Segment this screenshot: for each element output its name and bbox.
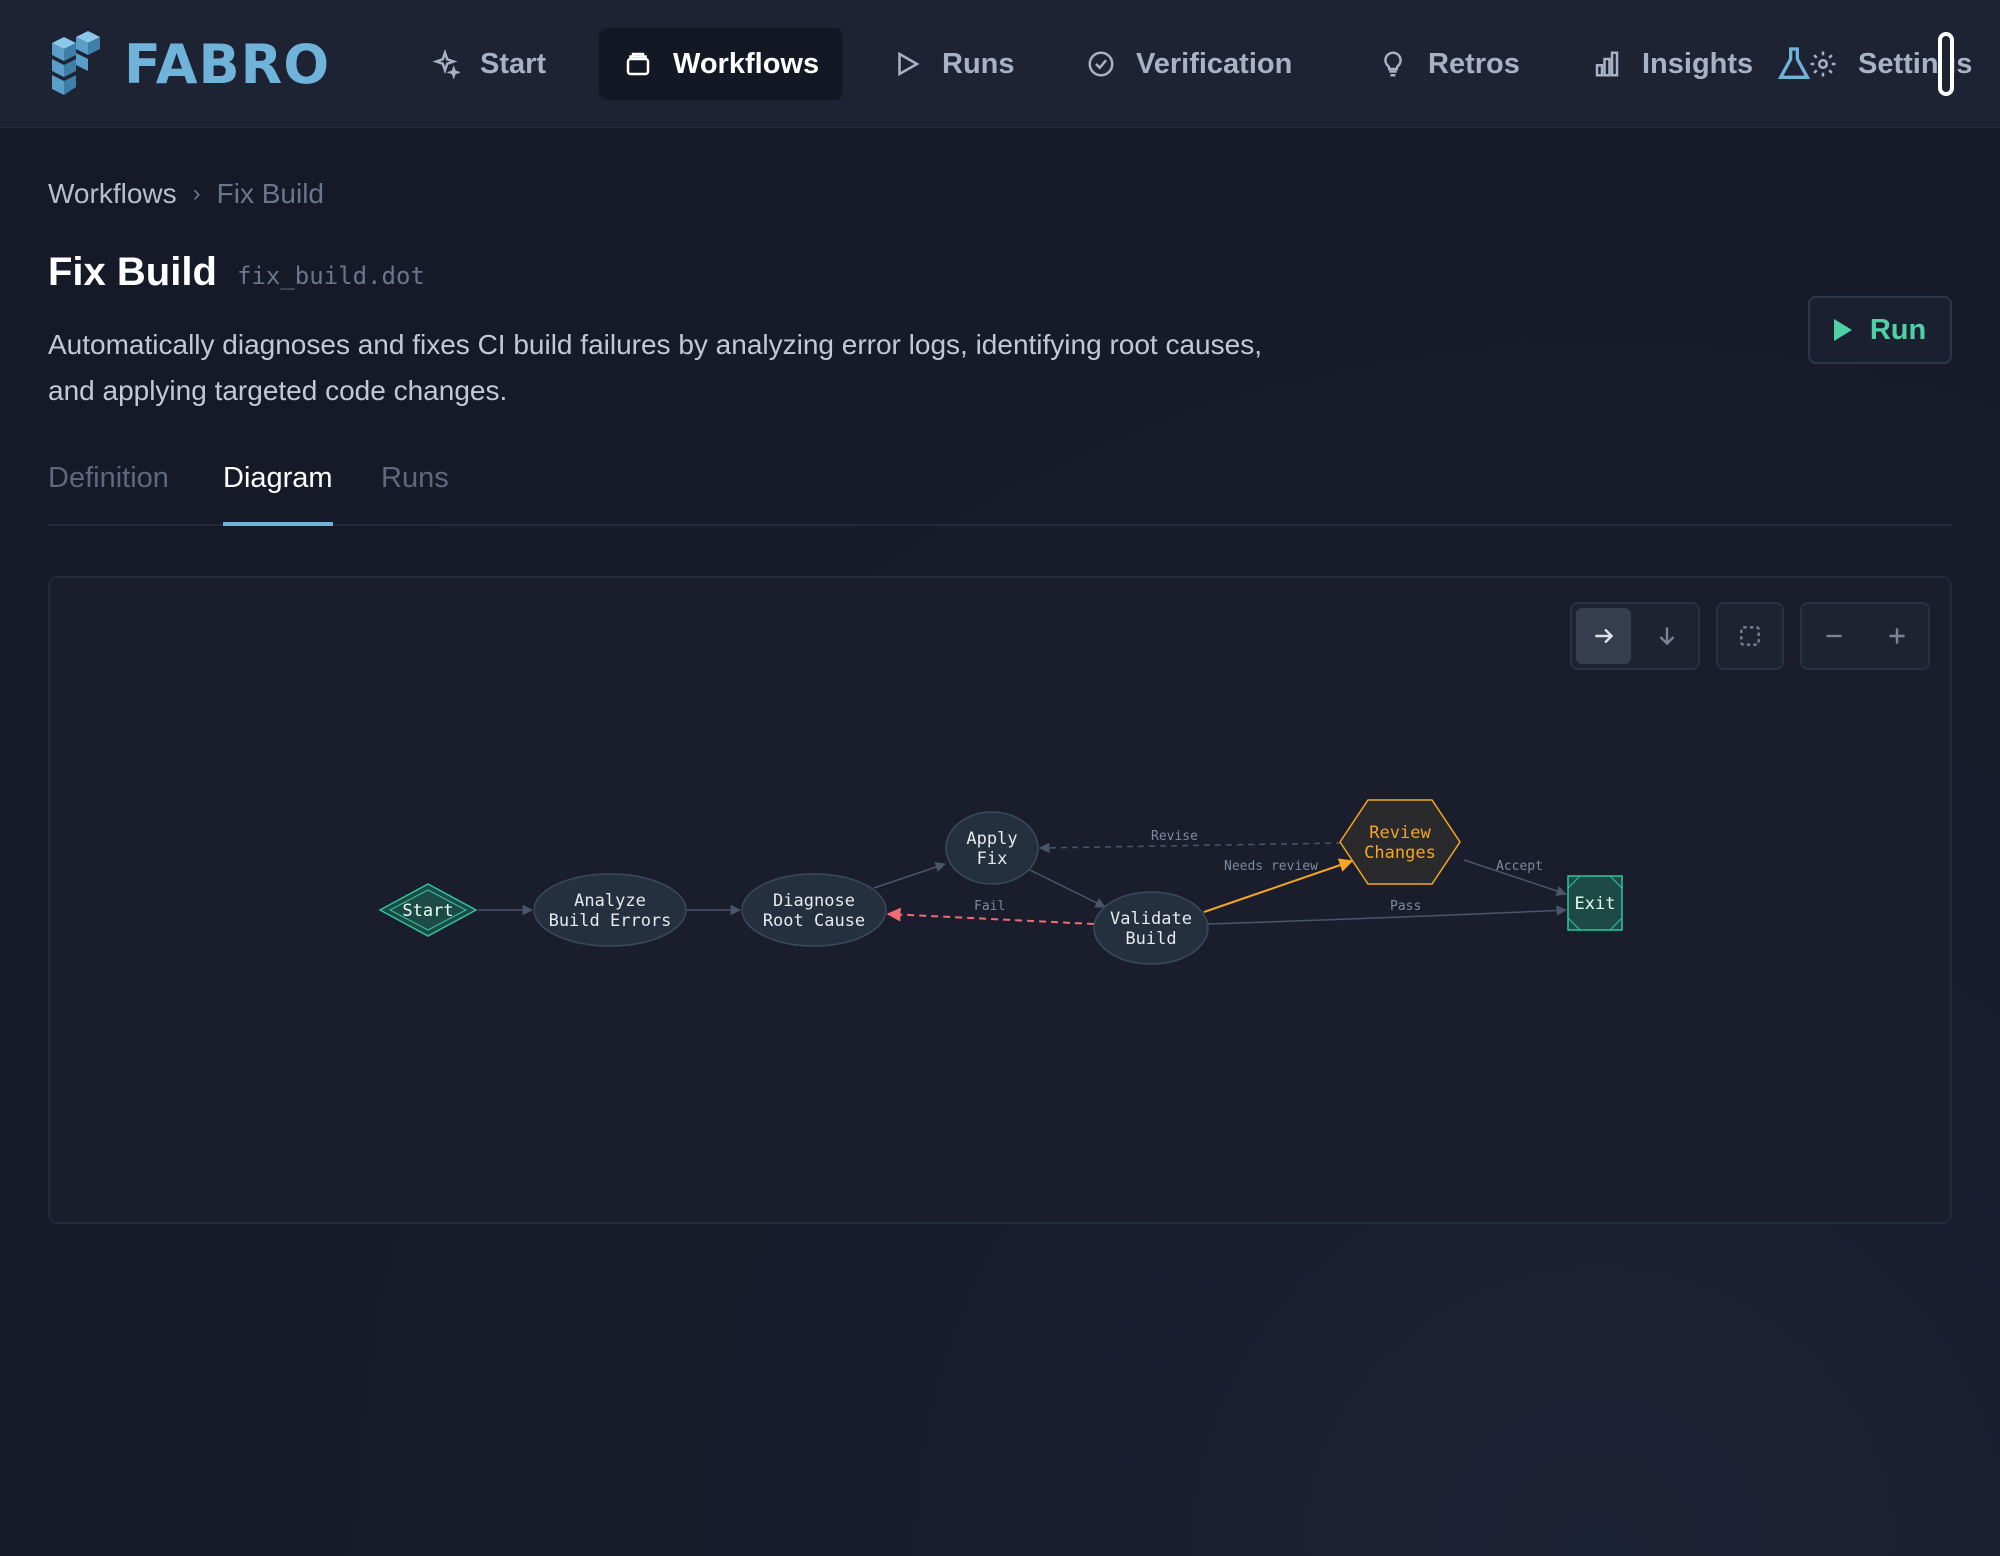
diagram-panel: Revise Needs review Accept Fail Pass Sta… [48,576,1952,1224]
chevron-right-icon: › [192,180,201,207]
workflow-filename: fix_build.dot [237,262,425,290]
workflow-graph: Revise Needs review Accept Fail Pass Sta… [378,799,1623,965]
edge-label-fail: Fail [974,899,1005,914]
fabro-logo-icon [52,31,100,95]
scrollbar-handle[interactable] [1938,32,1954,96]
breadcrumb-workflows-link[interactable]: Workflows [48,178,177,210]
run-button[interactable]: Run [1808,296,1952,364]
node-exit[interactable]: Exit [1567,875,1623,931]
tab-diagram[interactable]: Diagram [223,462,333,526]
tab-runs[interactable]: Runs [381,462,449,526]
nav-retros[interactable]: Retros [1354,28,1544,100]
svg-text:Changes: Changes [1364,843,1436,863]
workflow-description: Automatically diagnoses and fixes CI bui… [48,329,1262,406]
svg-text:Review: Review [1369,823,1431,843]
stack-icon [626,52,650,76]
top-nav: FABRO Start Workflows Runs Verification … [0,0,2000,128]
bar-chart-icon [1595,51,1619,77]
sparkles-icon [432,49,460,79]
nav-insights[interactable]: Insights [1568,28,1777,100]
svg-text:Exit: Exit [1575,894,1616,914]
nav-workflows[interactable]: Workflows [599,28,844,100]
edge-label-needs-review: Needs review [1224,859,1318,874]
svg-text:Build Errors: Build Errors [549,911,672,931]
svg-text:Diagnose: Diagnose [773,891,855,911]
check-badge-icon [1088,51,1114,77]
edge-validate-exit [1207,905,1568,925]
lightbulb-icon [1384,51,1402,77]
svg-text:Build: Build [1125,929,1176,949]
node-diagnose-root-cause[interactable]: Diagnose Root Cause [741,873,887,947]
nav-verification[interactable]: Verification [1062,28,1316,100]
gear-icon [1810,51,1836,77]
nav-start[interactable]: Start [406,28,570,100]
edge-diagnose-apply [873,862,946,889]
breadcrumb-current: Fix Build [216,178,324,209]
svg-text:Root Cause: Root Cause [763,911,865,931]
page-title: Fix Build [48,250,217,294]
play-icon [1833,319,1852,341]
svg-text:Apply: Apply [966,829,1017,849]
brand-name: FABRO [124,32,331,96]
breadcrumb: Workflows › Fix Build [48,178,324,210]
tab-bar: Definition Diagram Runs [48,462,1952,526]
edge-label-revise: Revise [1151,829,1198,844]
edge-validate-diagnose [886,907,1095,925]
svg-text:Fix: Fix [977,849,1008,869]
node-validate-build[interactable]: Validate Build [1093,891,1209,965]
tab-definition[interactable]: Definition [48,462,169,526]
node-apply-fix[interactable]: Apply Fix [945,811,1039,885]
svg-text:Start: Start [402,901,453,921]
node-analyze-build-errors[interactable]: Analyze Build Errors [533,873,687,947]
svg-text:Analyze: Analyze [574,891,646,911]
edge-label-pass: Pass [1390,899,1421,914]
nav-settings[interactable]: Settings [1784,28,1996,100]
logo[interactable]: FABRO [48,28,330,100]
nav-runs[interactable]: Runs [868,28,1039,100]
edge-label-accept: Accept [1496,859,1543,874]
node-start[interactable]: Start [378,883,478,937]
node-review-changes[interactable]: Review Changes [1339,799,1461,885]
svg-text:Validate: Validate [1110,909,1192,929]
play-icon [898,51,920,77]
edge-apply-validate [1027,868,1106,908]
